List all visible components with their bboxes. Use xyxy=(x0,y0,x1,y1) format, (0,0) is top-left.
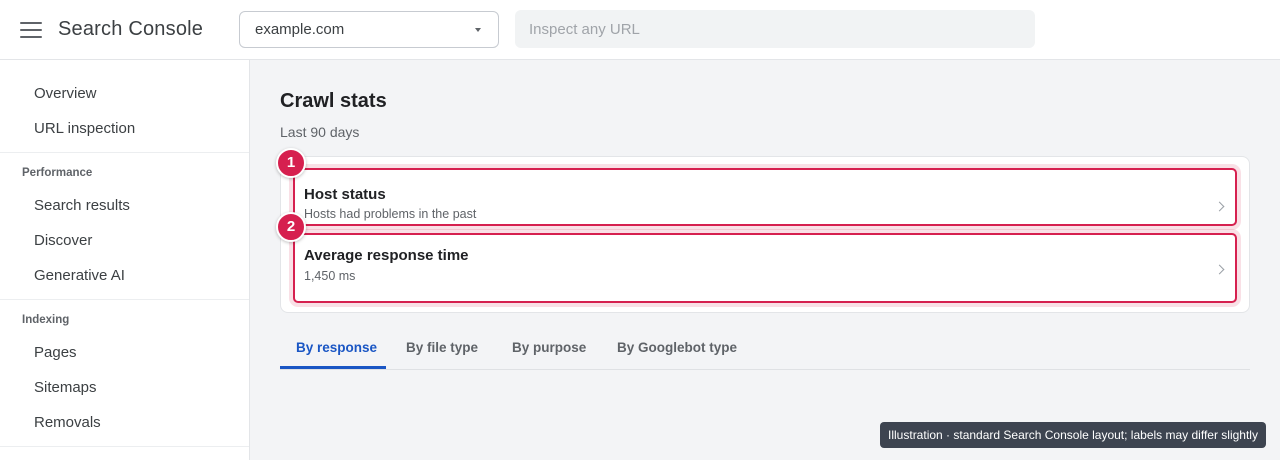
sidebar-item-sitemaps[interactable]: Sitemaps xyxy=(34,379,97,396)
host-status-title: Host status xyxy=(304,186,386,203)
sidebar-item-overview[interactable]: Overview xyxy=(34,85,97,102)
main-content: Crawl stats Last 90 days Host status Hos… xyxy=(250,60,1280,460)
sidebar-item-search-results[interactable]: Search results xyxy=(34,197,130,214)
tab-by-file-type[interactable]: By file type xyxy=(406,340,478,355)
sidebar-divider xyxy=(0,446,249,447)
sidebar-item-pages[interactable]: Pages xyxy=(34,344,77,361)
sidebar-item-url-inspection[interactable]: URL inspection xyxy=(34,120,135,137)
host-status-row[interactable]: Host status Hosts had problems in the pa… xyxy=(293,168,1237,226)
menu-icon[interactable] xyxy=(20,22,42,38)
tab-by-response[interactable]: By response xyxy=(296,340,377,355)
sidebar-item-discover[interactable]: Discover xyxy=(34,232,92,249)
top-bar: Search Console example.com xyxy=(0,0,1280,60)
report-tabs: By response By file type By purpose By G… xyxy=(280,330,1250,370)
tab-by-googlebot-type[interactable]: By Googlebot type xyxy=(617,340,737,355)
average-response-time-value: 1,450 ms xyxy=(304,269,356,283)
average-response-time-title: Average response time xyxy=(304,247,469,264)
sidebar-divider xyxy=(0,152,249,153)
tab-by-purpose[interactable]: By purpose xyxy=(512,340,586,355)
annotation-marker-1: 1 xyxy=(276,148,306,178)
property-selector[interactable]: example.com xyxy=(239,11,499,48)
crawl-stats-card: Host status Hosts had problems in the pa… xyxy=(280,156,1250,313)
property-value: example.com xyxy=(255,21,345,38)
sidebar: Overview URL inspection Performance Sear… xyxy=(0,60,250,460)
annotation-marker-2: 2 xyxy=(276,212,306,242)
sidebar-item-removals[interactable]: Removals xyxy=(34,414,101,431)
illustration-caption: Illustration · standard Search Console l… xyxy=(880,422,1266,448)
url-inspect-input[interactable] xyxy=(515,10,1035,48)
page-title: Crawl stats xyxy=(280,90,387,112)
chevron-right-icon xyxy=(1214,201,1225,212)
active-tab-indicator xyxy=(280,366,386,369)
chevron-down-icon xyxy=(475,28,481,32)
page-subtitle: Last 90 days xyxy=(280,124,360,140)
sidebar-divider xyxy=(0,299,249,300)
chevron-right-icon xyxy=(1214,264,1225,275)
average-response-time-row[interactable]: Average response time 1,450 ms xyxy=(293,233,1237,303)
host-status-description: Hosts had problems in the past xyxy=(304,207,477,221)
sidebar-item-generative-ai[interactable]: Generative AI xyxy=(34,267,125,284)
app-title: Search Console xyxy=(58,18,204,40)
sidebar-section-indexing: Indexing xyxy=(22,314,70,326)
sidebar-section-performance: Performance xyxy=(22,167,93,179)
